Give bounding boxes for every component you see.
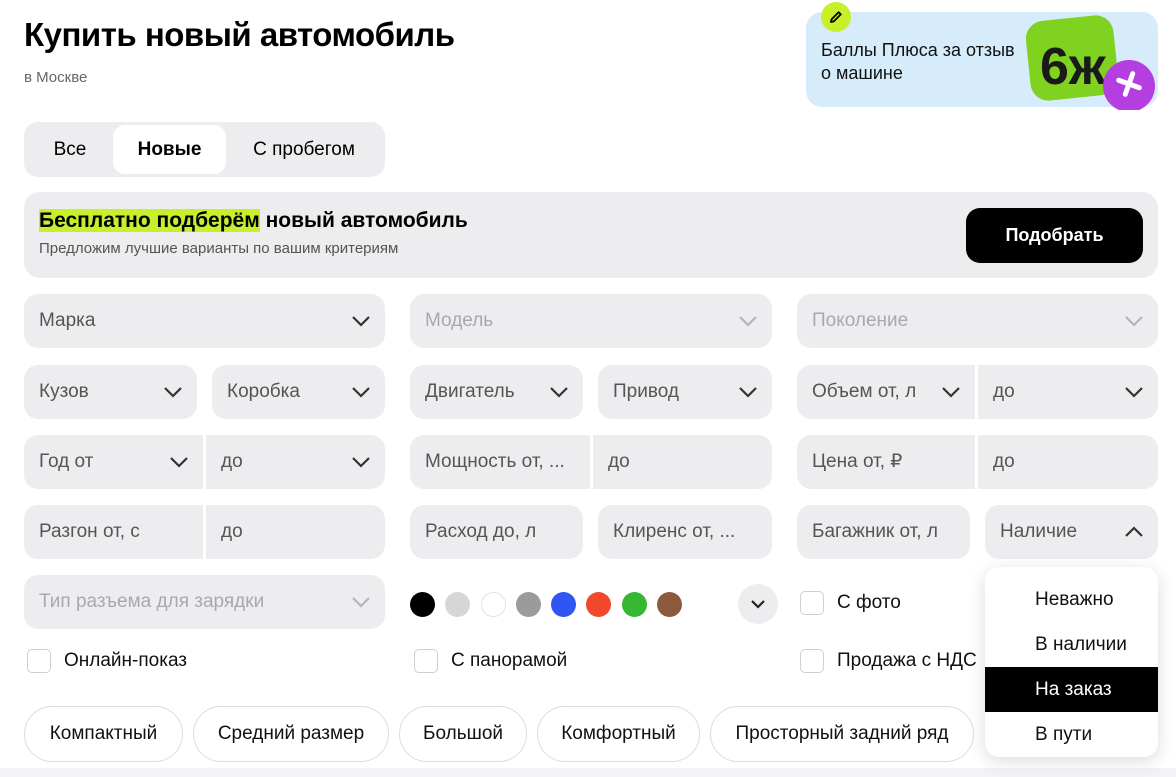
acceleration-from-input[interactable]: Разгон от, с [24, 505, 203, 559]
availability-option-in-transit[interactable]: В пути [985, 712, 1158, 757]
banner-title-rest: новый автомобиль [259, 209, 468, 232]
chevron-down-icon [170, 457, 188, 468]
drive-select[interactable]: Привод [598, 365, 772, 419]
year-from-label: Год от [39, 451, 94, 472]
availability-select-label: Наличие [1000, 521, 1078, 542]
tab-used[interactable]: С пробегом [227, 125, 381, 174]
vat-checkbox[interactable] [800, 649, 824, 673]
color-swatch-brown[interactable] [657, 592, 682, 617]
vat-label[interactable]: Продажа с НДС [837, 650, 977, 672]
volume-to-label: до [993, 381, 1015, 402]
chip-compact[interactable]: Компактный [24, 706, 183, 762]
page-title: Купить новый автомобиль [24, 16, 455, 53]
availability-option-any[interactable]: Неважно [985, 577, 1158, 622]
plus-logo-icon: 6ж [1025, 14, 1156, 115]
connector-type-label: Тип разъема для зарядки [39, 591, 265, 612]
color-swatch-black[interactable] [410, 592, 435, 617]
with-photo-label[interactable]: С фото [837, 592, 901, 614]
chevron-down-icon [942, 387, 960, 398]
banner-title-highlight: Бесплатно подберём [39, 209, 260, 232]
chevron-up-icon [1125, 526, 1143, 537]
online-show-label[interactable]: Онлайн-показ [64, 650, 187, 672]
volume-from-label: Объем от, л [812, 381, 917, 402]
banner-title: Бесплатно подберём новый автомобиль [39, 209, 468, 233]
chevron-down-icon [1125, 316, 1143, 327]
color-swatch-silver[interactable] [445, 592, 470, 617]
chevron-down-icon [739, 316, 757, 327]
price-from-input[interactable]: Цена от, ₽ [797, 435, 975, 489]
year-to-label: до [221, 451, 243, 472]
availability-select[interactable]: Наличие [985, 505, 1158, 559]
color-swatch-gray[interactable] [516, 592, 541, 617]
generation-select-label: Поколение [812, 310, 909, 331]
gearbox-select[interactable]: Коробка [212, 365, 385, 419]
chevron-down-icon [739, 387, 757, 398]
brand-select[interactable]: Марка [24, 294, 385, 348]
color-swatch-white[interactable] [481, 592, 506, 617]
drive-select-label: Привод [613, 381, 679, 402]
plus-logo-text: 6ж [1040, 38, 1107, 96]
generation-select[interactable]: Поколение [797, 294, 1158, 348]
body-select-label: Кузов [39, 381, 89, 402]
engine-select[interactable]: Двигатель [410, 365, 583, 419]
chip-spacious-rear[interactable]: Просторный задний ряд [710, 706, 974, 762]
power-to-input[interactable]: до [593, 435, 772, 489]
with-photo-checkbox[interactable] [800, 591, 824, 615]
availability-option-in-stock[interactable]: В наличии [985, 622, 1158, 667]
chip-large[interactable]: Большой [399, 706, 527, 762]
brand-select-label: Марка [39, 310, 96, 331]
chevron-down-icon [352, 316, 370, 327]
trunk-input[interactable]: Багажник от, л [797, 505, 970, 559]
panorama-label[interactable]: С панорамой [451, 650, 567, 672]
year-from-select[interactable]: Год от [24, 435, 203, 489]
pick-button[interactable]: Подобрать [966, 208, 1143, 263]
availability-option-on-order[interactable]: На заказ [985, 667, 1158, 712]
online-show-checkbox[interactable] [27, 649, 51, 673]
volume-from-select[interactable]: Объем от, л [797, 365, 975, 419]
color-swatch-red[interactable] [586, 592, 611, 617]
model-select-label: Модель [425, 310, 494, 331]
chevron-down-icon [1125, 387, 1143, 398]
bottom-divider [0, 768, 1176, 777]
panorama-checkbox[interactable] [414, 649, 438, 673]
chevron-down-icon [352, 387, 370, 398]
condition-tabs: Все Новые С пробегом [24, 122, 385, 177]
color-swatch-green[interactable] [622, 592, 647, 617]
gearbox-select-label: Коробка [227, 381, 300, 402]
price-to-input[interactable]: до [978, 435, 1158, 489]
year-to-select[interactable]: до [206, 435, 385, 489]
body-select[interactable]: Кузов [24, 365, 197, 419]
model-select[interactable]: Модель [410, 294, 772, 348]
chevron-down-icon [352, 457, 370, 468]
availability-dropdown: Неважно В наличии На заказ В пути [985, 567, 1158, 757]
pencil-icon [821, 2, 851, 32]
acceleration-to-input[interactable]: до [206, 505, 385, 559]
location-label[interactable]: в Москве [24, 69, 87, 86]
clearance-input[interactable]: Клиренс от, ... [598, 505, 772, 559]
power-from-input[interactable]: Мощность от, ... [410, 435, 590, 489]
chevron-down-icon [164, 387, 182, 398]
chip-medium-size[interactable]: Средний размер [193, 706, 389, 762]
color-swatch-blue[interactable] [551, 592, 576, 617]
engine-select-label: Двигатель [425, 381, 515, 402]
chip-comfortable[interactable]: Комфортный [537, 706, 700, 762]
consumption-input[interactable]: Расход до, л [410, 505, 583, 559]
promo-text: Баллы Плюса за отзыв о машине [821, 40, 1015, 83]
plus-points-promo[interactable]: Баллы Плюса за отзыв о машине 6ж [806, 2, 1158, 112]
volume-to-select[interactable]: до [978, 365, 1158, 419]
chevron-down-icon [550, 387, 568, 398]
chevron-down-icon [751, 600, 765, 609]
tab-all[interactable]: Все [28, 125, 112, 174]
banner-subtitle: Предложим лучшие варианты по вашим крите… [39, 240, 399, 257]
tab-new[interactable]: Новые [113, 125, 226, 174]
chevron-down-icon [352, 597, 370, 608]
connector-type-select[interactable]: Тип разъема для зарядки [24, 575, 385, 629]
selection-banner: Бесплатно подберём новый автомобиль Пред… [24, 192, 1158, 278]
more-colors-button[interactable] [738, 584, 778, 624]
